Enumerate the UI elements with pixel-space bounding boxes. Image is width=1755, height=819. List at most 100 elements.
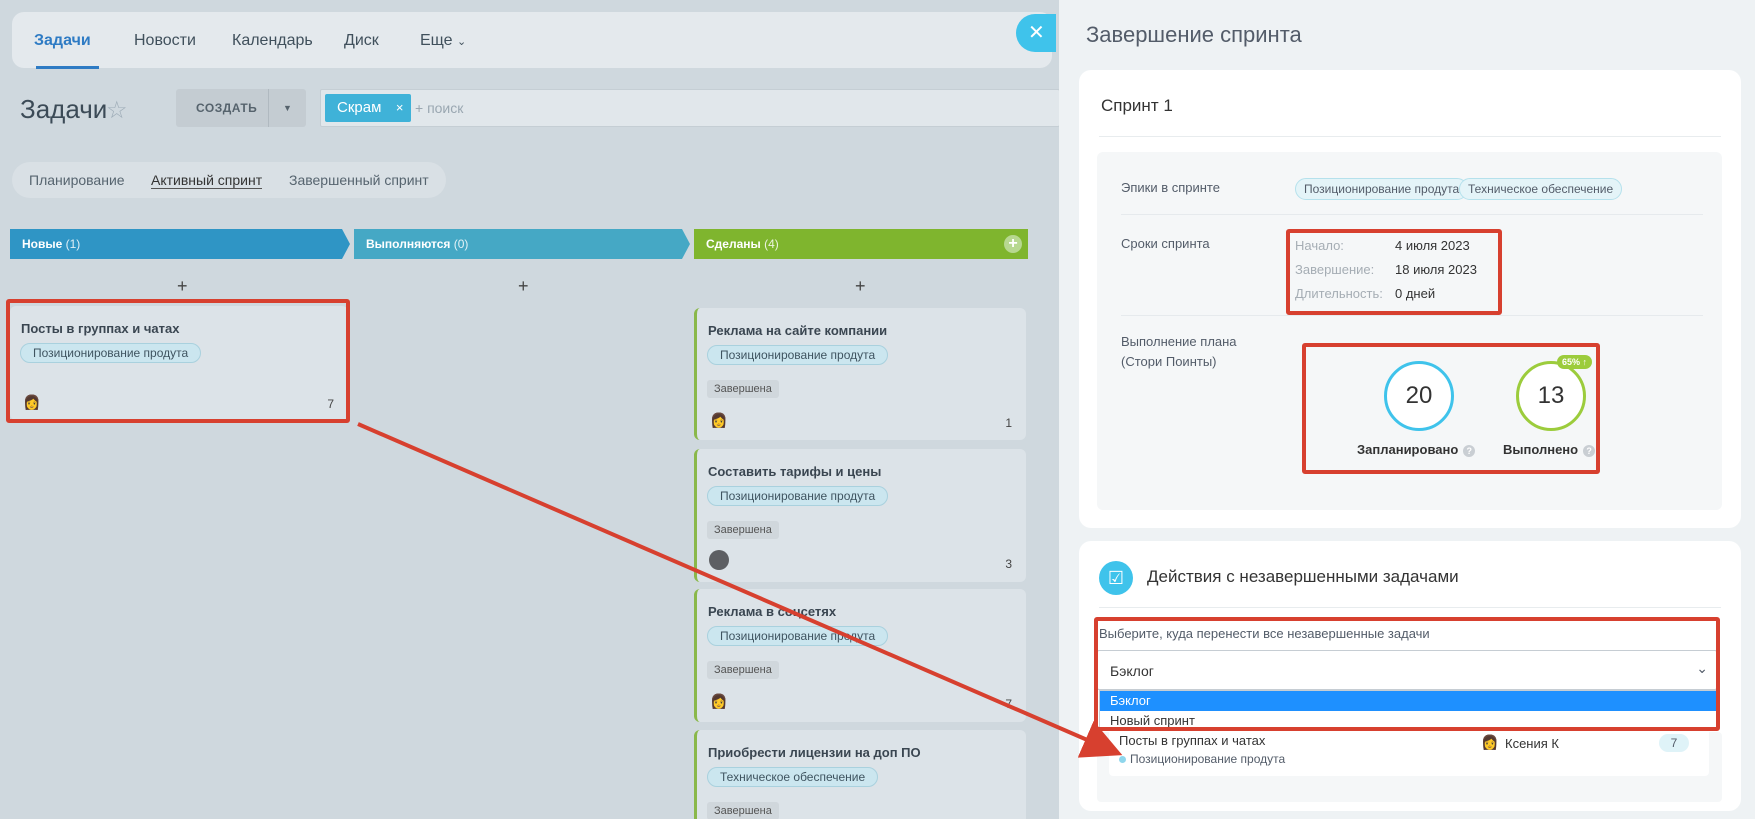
task-card-title: Приобрести лицензии на доп ПО (708, 745, 921, 760)
close-icon[interactable]: × (396, 94, 404, 122)
done-label-text: Выполнено (1503, 442, 1579, 457)
task-card[interactable]: Реклама в соцсетях Позиционирование прод… (694, 589, 1026, 722)
help-icon[interactable]: ? (1463, 444, 1476, 457)
dates-label: Сроки спринта (1121, 236, 1210, 251)
list-item[interactable]: Посты в группах и чатах Позиционирование… (1109, 732, 1709, 776)
avatar: 👩 (710, 412, 728, 428)
task-card-title: Реклама на сайте компании (708, 323, 888, 338)
column-count: (0) (453, 237, 469, 251)
epic-chip: Техническое обеспечение (1459, 178, 1623, 200)
nav-tab-more-label: Еще (420, 32, 453, 49)
dropdown-arrow-icon[interactable]: ▼ (268, 89, 306, 127)
add-task-done-icon[interactable]: + (855, 276, 866, 297)
nav-tab-more[interactable]: Еще ⌄ (420, 32, 466, 50)
top-navigation: Задачи Новости Календарь Диск Еще ⌄ (12, 12, 1052, 69)
status-badge: Завершена (707, 521, 779, 539)
epics-label: Эпики в спринте (1121, 180, 1220, 195)
epic-tag: Позиционирование продута (707, 345, 889, 365)
nav-tab-news[interactable]: Новости (134, 32, 196, 50)
move-target-select[interactable]: Бэклог ⌄ (1097, 650, 1717, 690)
sprint-name: Спринт 1 (1101, 96, 1173, 115)
planned-label-text: Запланировано (1357, 442, 1459, 457)
planned-points-circle: 20 (1384, 361, 1454, 431)
task-card[interactable]: Приобрести лицензии на доп ПО Техническо… (694, 730, 1026, 819)
epic-tag: Позиционирование продута (707, 626, 889, 646)
nav-tab-disk[interactable]: Диск (344, 32, 379, 50)
epic-tag: Позиционирование продута (707, 486, 889, 506)
option-backlog[interactable]: Бэклог (1100, 691, 1716, 711)
move-target-dropdown: Бэклог Новый спринт (1099, 690, 1717, 730)
option-new-sprint[interactable]: Новый спринт (1100, 711, 1716, 731)
avatar: 👩 (710, 693, 728, 709)
select-value: Бэклог (1110, 663, 1154, 679)
actions-title: Действия с незавершенными задачами (1147, 567, 1459, 586)
task-responsible: Ксения К (1505, 736, 1559, 751)
divider (1099, 136, 1721, 137)
add-task-new-icon[interactable]: + (177, 276, 188, 297)
task-epic-label: Позиционирование продута (1130, 752, 1286, 766)
tab-planning[interactable]: Планирование (29, 172, 125, 188)
task-card-title: Составить тарифы и цены (708, 464, 882, 479)
column-count: (4) (764, 237, 779, 251)
divider (1099, 607, 1721, 608)
scrum-view-tabs: Планирование Активный спринт Завершенный… (12, 162, 446, 198)
sprint-summary-card: Спринт 1 Эпики в спринте Позиционировани… (1079, 70, 1741, 528)
done-points-circle: 13 (1516, 361, 1586, 431)
completion-percent-badge: 65% ↑ (1557, 355, 1593, 369)
column-title: Новые (22, 237, 63, 251)
epic-tag: Позиционирование продута (20, 343, 202, 363)
sprint-info-block: Эпики в спринте Позиционирование продута… (1097, 152, 1722, 510)
plan-label-line2: (Стори Поинты) (1121, 354, 1217, 369)
epic-dot-icon (1119, 756, 1126, 763)
task-card[interactable]: Посты в группах и чатах Позиционирование… (10, 306, 348, 420)
chevron-down-icon: ⌄ (457, 36, 467, 48)
divider (1121, 214, 1703, 215)
end-date-key: Завершение: (1295, 262, 1375, 277)
status-badge: Завершена (707, 661, 779, 679)
divider (1121, 315, 1703, 316)
search-placeholder[interactable]: + поиск (415, 100, 463, 116)
chevron-down-icon[interactable]: ⌄ (1696, 660, 1708, 677)
epic-tag: Техническое обеспечение (707, 767, 879, 787)
tab-active-sprint[interactable]: Активный спринт (151, 172, 263, 189)
avatar: 👩 (23, 394, 41, 410)
task-card[interactable]: Реклама на сайте компании Позиционирован… (694, 308, 1026, 440)
add-column-icon[interactable]: + (1004, 235, 1022, 253)
story-points: 7 (327, 397, 334, 411)
checklist-icon: ☑ (1099, 561, 1133, 595)
column-header-in-progress: Выполняются (0) (354, 229, 690, 259)
duration-key: Длительность: (1295, 286, 1383, 301)
status-badge: Завершена (707, 802, 779, 819)
filter-chip-scrum[interactable]: Скрам × (325, 94, 412, 122)
close-icon[interactable]: ✕ (1016, 14, 1056, 52)
create-button[interactable]: СОЗДАТЬ ▼ (176, 89, 306, 127)
page-title: Задачи (20, 94, 108, 124)
task-card-title: Реклама в соцсетях (708, 604, 837, 619)
filter-chip-label: Скрам (337, 99, 382, 116)
task-card-title: Посты в группах и чатах (21, 321, 180, 336)
duration-value: 0 дней (1395, 286, 1436, 301)
create-button-label: СОЗДАТЬ (196, 101, 258, 115)
sprint-completion-panel: Завершение спринта Спринт 1 Эпики в спри… (1059, 0, 1755, 819)
active-tab-underline (36, 66, 99, 69)
planned-label: Запланировано? (1357, 442, 1476, 457)
plan-label: Выполнение плана (Стори Поинты) (1121, 332, 1237, 372)
move-target-label: Выберите, куда перенести все незавершенн… (1099, 626, 1430, 641)
add-task-in-progress-icon[interactable]: + (518, 276, 529, 297)
panel-title: Завершение спринта (1086, 22, 1302, 47)
start-date-value: 4 июля 2023 (1395, 238, 1470, 253)
task-card[interactable]: Составить тарифы и цены Позиционирование… (694, 449, 1026, 582)
nav-tab-tasks[interactable]: Задачи (34, 32, 91, 50)
column-count: (1) (65, 237, 81, 251)
status-badge: Завершена (707, 380, 779, 398)
end-date-value: 18 июля 2023 (1395, 262, 1477, 277)
star-icon[interactable]: ☆ (106, 96, 128, 125)
column-title: Сделаны (706, 237, 761, 251)
search-filter[interactable]: Скрам × + поиск (320, 89, 1060, 127)
help-icon[interactable]: ? (1583, 444, 1596, 457)
story-points: 7 (1005, 697, 1012, 711)
tab-completed-sprint[interactable]: Завершенный спринт (289, 172, 429, 188)
task-name: Посты в группах и чатах (1119, 733, 1266, 748)
nav-tab-calendar[interactable]: Календарь (232, 32, 313, 50)
epic-chip: Позиционирование продута (1295, 178, 1469, 200)
